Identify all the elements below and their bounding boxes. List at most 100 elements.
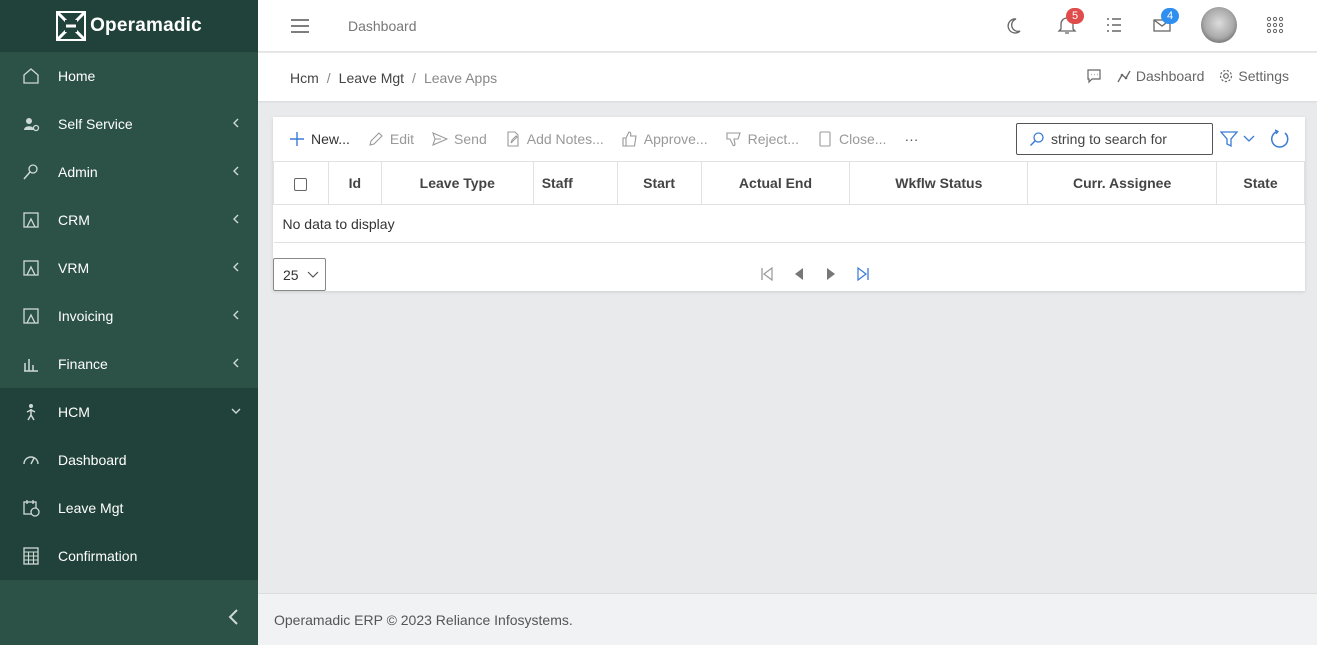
brand-name: Operamadic [90,15,202,36]
next-page-icon[interactable] [823,266,839,282]
add-notes-button[interactable]: Add Notes... [505,131,604,147]
breadcrumb-bar: Hcm / Leave Mgt / Leave Apps Dashboard S… [258,53,1317,101]
breadcrumb-separator: / [326,70,331,86]
reject-button-label: Reject... [747,131,799,147]
send-icon [432,132,449,146]
close-button-label: Close... [838,131,887,147]
pencil-icon [369,132,383,146]
refresh-icon[interactable] [1270,129,1290,149]
sidebar-item-label: Dashboard [58,452,127,468]
breadcrumb-item-leave-mgt[interactable]: Leave Mgt [339,70,404,86]
sidebar-item-hcm[interactable]: HCM [0,388,258,436]
sidebar-item-invoicing[interactable]: Invoicing [0,292,258,340]
gauge-icon [22,451,40,469]
grid-toolbar: New... Edit Send Add Notes... Approve...… [273,117,1305,161]
leave-apps-grid: New... Edit Send Add Notes... Approve...… [273,117,1305,291]
page-size-value: 25 [283,266,299,283]
chevron-left-icon [233,262,239,272]
breadcrumb-item-hcm[interactable]: Hcm [290,70,319,86]
calculator-icon [22,547,40,565]
sidebar-item-label: Confirmation [58,548,138,564]
chevron-left-icon [233,214,239,224]
frame-icon [22,211,40,229]
column-header-leave-type[interactable]: Leave Type [380,161,534,205]
sidebar-item-label: Invoicing [58,308,114,324]
gear-icon [1220,69,1233,83]
column-header-staff[interactable]: Staff [532,161,618,205]
breadcrumb-item-leave-apps: Leave Apps [423,70,498,86]
messages-button[interactable]: 4 [1151,8,1179,36]
chevron-left-icon [233,358,239,368]
column-header-state[interactable]: State [1216,161,1305,205]
approve-button[interactable]: Approve... [622,131,708,147]
sidebar-item-admin[interactable]: Admin [0,148,258,196]
sidebar-item-label: Finance [58,356,108,372]
breadcrumb: Hcm / Leave Mgt / Leave Apps [290,70,497,86]
brand[interactable]: Operamadic [0,0,258,52]
moon-icon[interactable] [1006,14,1028,36]
select-all-header [273,161,329,205]
select-all-checkbox[interactable] [294,177,308,191]
sidebar-item-label: HCM [58,404,90,420]
sidebar: Operamadic Home Self Service Admin CRM V… [0,0,258,645]
column-header-id[interactable]: Id [327,161,382,205]
previous-page-icon[interactable] [791,266,807,282]
edit-button-label: Edit [389,131,415,147]
messages-badge: 4 [1161,8,1179,24]
column-header-curr-assignee[interactable]: Curr. Assignee [1027,161,1218,205]
column-header-wkflw-status[interactable]: Wkflw Status [849,161,1029,205]
sidebar-item-vrm[interactable]: VRM [0,244,258,292]
column-header-start[interactable]: Start [616,161,702,205]
edit-button[interactable]: Edit [368,131,414,147]
sidebar-item-home[interactable]: Home [0,52,258,100]
sidebar-item-finance[interactable]: Finance [0,340,258,388]
sidebar-item-dashboard[interactable]: Dashboard [0,436,258,484]
sidebar-item-crm[interactable]: CRM [0,196,258,244]
sidebar-item-leave-mgt[interactable]: Leave Mgt [0,484,258,532]
add-notes-button-label: Add Notes... [526,131,604,147]
dashboard-link[interactable]: Dashboard [1116,68,1204,84]
first-page-icon[interactable] [759,266,775,282]
comment-button[interactable] [1086,68,1102,84]
more-actions-button[interactable]: ··· [904,131,918,147]
notifications-button[interactable]: 5 [1056,8,1084,36]
breadcrumb-actions: Dashboard Settings [1086,68,1289,84]
sidebar-item-label: CRM [58,212,90,228]
user-avatar[interactable] [1201,7,1237,43]
breadcrumb-separator: / [412,70,416,86]
plus-icon [290,132,304,146]
chart-line-icon [1117,70,1131,83]
chevron-left-icon [233,166,239,176]
send-button[interactable]: Send [432,131,487,147]
new-button[interactable]: New... [289,131,350,147]
key-icon [22,163,40,181]
apps-grid-icon[interactable] [1264,14,1286,36]
new-button-label: New... [311,131,350,147]
page-size-select[interactable]: 25 [273,258,326,291]
document-icon [819,131,831,147]
search-icon [1029,132,1044,147]
settings-link[interactable]: Settings [1218,68,1289,84]
sidebar-item-label: Home [58,68,96,84]
reject-button[interactable]: Reject... [726,131,799,147]
collapse-sidebar-icon[interactable] [226,606,242,628]
pager: 25 [273,258,1305,291]
filter-icon[interactable] [1220,130,1256,148]
operamadic-logo-icon [56,11,87,41]
send-button-label: Send [454,131,487,147]
sidebar-item-self-service[interactable]: Self Service [0,100,258,148]
tasks-list-icon[interactable] [1103,14,1125,36]
sidebar-item-label: Self Service [58,116,133,132]
sidebar-nav: Home Self Service Admin CRM VRM Invoicin… [0,52,258,580]
sidebar-item-label: Leave Mgt [58,500,124,516]
last-page-icon[interactable] [855,266,871,282]
search-input[interactable] [1051,131,1201,147]
chart-icon [22,355,40,373]
footer: Operamadic ERP © 2023 Reliance Infosyste… [258,593,1317,645]
hamburger-menu-icon[interactable] [290,16,310,36]
column-header-actual-end[interactable]: Actual End [700,161,851,205]
home-icon [22,67,40,85]
close-button[interactable]: Close... [817,131,886,147]
notifications-badge: 5 [1066,8,1084,24]
sidebar-item-confirmation[interactable]: Confirmation [0,532,258,580]
